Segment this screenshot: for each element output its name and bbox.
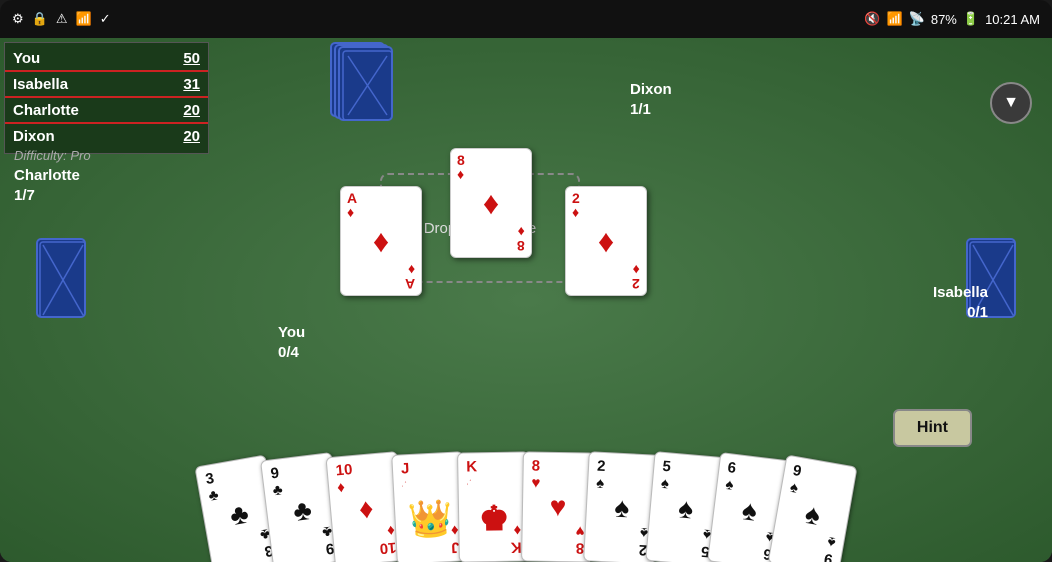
card-center-8: ♦ — [483, 187, 499, 219]
signal-icon: 📡 — [909, 11, 925, 27]
wifi-icon: 📶 — [886, 11, 902, 27]
hand-area: 3♣ ♣ 3♣ 9♣ ♣ 9♣ 10♦ ♦ 10♦ J♦ 👑 — [50, 432, 1002, 562]
table-card-ace-diamonds[interactable]: A♦ ♦ A♦ — [340, 186, 422, 296]
score-name-isabella: Isabella — [13, 76, 68, 93]
score-row-you: You 50 — [5, 47, 208, 72]
dixon-name: Dixon — [630, 80, 672, 100]
svg-text:👑: 👑 — [407, 497, 454, 540]
player-dixon-label: Dixon 1/1 — [630, 80, 672, 119]
dixon-tricks: 1/1 — [630, 100, 672, 120]
status-bar: ⚙ 🔒 ⚠ 📶 ✓ 🔇 📶 📡 87% 🔋 10:21 AM — [0, 0, 1052, 38]
score-name-you: You — [13, 50, 40, 67]
hand-card-c-2s: ♠ — [614, 492, 631, 525]
score-row-charlotte: Charlotte 20 — [5, 99, 208, 124]
difficulty-label: Difficulty: Pro — [14, 148, 91, 163]
you-name: You — [278, 323, 305, 343]
card-br-ace: A♦ — [405, 263, 415, 291]
hand-card-tl-2s: 2♠ — [596, 459, 606, 492]
table-card-8-diamonds[interactable]: 8♦ ♦ 8♦ — [450, 148, 532, 258]
player-you-label: You 0/4 — [278, 323, 305, 362]
card-tl-ace: A♦ — [347, 191, 357, 219]
hand-card-c-9s: ♠ — [803, 498, 823, 532]
card-center-ace: ♦ — [373, 225, 389, 257]
isabella-name: Isabella — [933, 283, 988, 303]
svg-text:♚: ♚ — [479, 500, 510, 539]
hand-card-tl-3c: 3♣ — [204, 471, 219, 505]
hand-card-tl-9c: 9♣ — [270, 465, 284, 499]
card-center-2: ♦ — [598, 225, 614, 257]
warning-icon: ⚠ — [56, 11, 68, 27]
hand-card-k-diamonds[interactable]: K♦ ♚ K♦ — [457, 451, 531, 562]
dropdown-button[interactable]: ▼ — [990, 82, 1032, 124]
charlotte-tricks: 1/7 — [14, 186, 80, 206]
isabella-tricks: 0/1 — [933, 303, 988, 323]
check-icon: ✓ — [100, 11, 111, 27]
lock-icon: 🔒 — [32, 11, 48, 27]
side-deck-left — [36, 238, 86, 318]
hand-card-c-3c: ♣ — [228, 498, 252, 533]
phone-frame: ⚙ 🔒 ⚠ 📶 ✓ 🔇 📶 📡 87% 🔋 10:21 AM You 50 Is… — [0, 0, 1052, 562]
hand-card-tl-8h: 8♥ — [531, 459, 540, 492]
deck-card-3 — [338, 46, 393, 121]
hand-card-tl-6s: 6♠ — [725, 460, 737, 494]
player-isabella-label: Isabella 0/1 — [933, 283, 988, 322]
card-br-2: 2♦ — [632, 263, 640, 291]
status-icons-right: 🔇 📶 📡 87% 🔋 10:21 AM — [864, 11, 1040, 27]
charlotte-name: Charlotte — [14, 166, 80, 186]
hand-card-c-10d: ♦ — [358, 492, 375, 525]
scoreboard: You 50 Isabella 31 Charlotte 20 Dixon 20 — [4, 42, 209, 154]
time-display: 10:21 AM — [985, 12, 1040, 27]
hand-card-br-9s: 9♠ — [823, 533, 837, 562]
card-br-8: 8♦ — [517, 225, 525, 253]
score-row-isabella: Isabella 31 — [5, 73, 208, 98]
battery-percent: 87% — [931, 12, 957, 27]
player-charlotte-label: Charlotte 1/7 — [14, 166, 80, 205]
hand-card-tl-10d: 10♦ — [335, 462, 355, 496]
chevron-down-icon: ▼ — [1003, 94, 1019, 112]
hand-card-c-6s: ♠ — [740, 494, 759, 528]
battery-icon: 🔋 — [963, 11, 979, 27]
hand-card-tl-5s: 5♠ — [660, 459, 671, 493]
score-row-dixon: Dixon 20 — [5, 125, 208, 148]
hand-card-br-kd: K♦ — [510, 522, 521, 555]
hand-card-c-9c: ♣ — [291, 494, 313, 528]
status-icons-left: ⚙ 🔒 ⚠ 📶 ✓ — [12, 11, 111, 27]
score-name-dixon: Dixon — [13, 128, 55, 145]
hand-card-c-8h: ♥ — [549, 491, 566, 523]
card-tl-8: 8♦ — [457, 153, 465, 181]
usb-icon: ⚙ — [12, 11, 24, 27]
score-val-dixon: 20 — [183, 128, 200, 145]
score-name-charlotte: Charlotte — [13, 102, 79, 119]
score-val-isabella: 31 — [183, 76, 200, 93]
hand-card-tl-9s: 9♠ — [789, 463, 803, 497]
score-val-charlotte: 20 — [183, 102, 200, 119]
you-tricks: 0/4 — [278, 343, 305, 363]
hand-card-c-5s: ♠ — [677, 492, 695, 525]
mute-icon: 🔇 — [864, 11, 880, 27]
score-val-you: 50 — [183, 50, 200, 67]
wifi-blocked-icon: 📶 — [76, 11, 92, 27]
game-area: You 50 Isabella 31 Charlotte 20 Dixon 20… — [0, 38, 1052, 562]
top-deck — [330, 42, 445, 117]
table-card-2-diamonds[interactable]: 2♦ ♦ 2♦ — [565, 186, 647, 296]
card-tl-2: 2♦ — [572, 191, 580, 219]
